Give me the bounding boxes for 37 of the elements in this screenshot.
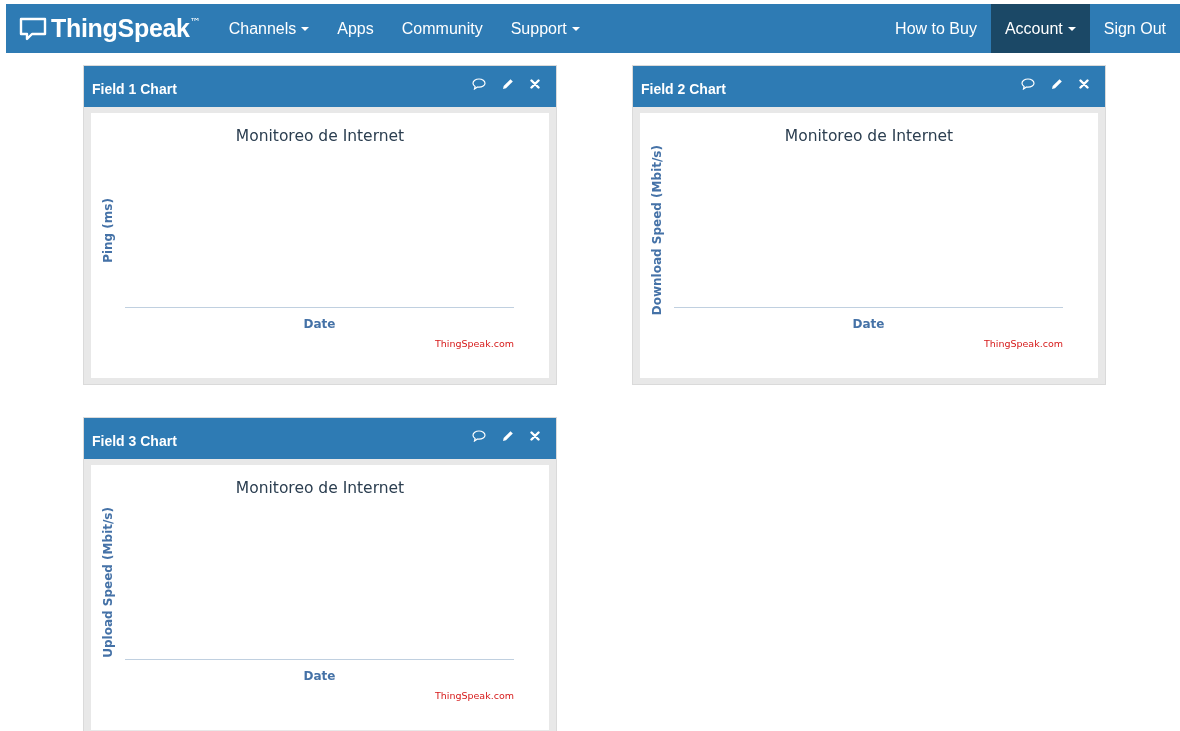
y-axis-title: Download Speed (Mbit/s) <box>650 144 664 316</box>
comment-icon[interactable] <box>472 429 486 442</box>
speech-bubble-icon <box>19 16 47 41</box>
chart-title: Monitoreo de Internet <box>234 479 406 497</box>
pencil-icon[interactable] <box>502 77 514 90</box>
close-icon[interactable] <box>530 78 540 89</box>
y-axis-title: Ping (ms) <box>101 197 115 263</box>
brand-name[interactable]: ThingSpeak <box>51 14 190 43</box>
pencil-icon[interactable] <box>1051 77 1063 90</box>
nav-link[interactable]: Channels <box>214 4 324 53</box>
nav-link[interactable]: Sign Out <box>1089 4 1180 53</box>
x-axis-title: Date <box>303 317 336 331</box>
x-axis-title: Date <box>303 669 336 683</box>
credit-link[interactable]: ThingSpeak.com <box>434 690 514 701</box>
close-icon[interactable] <box>1079 78 1089 89</box>
card-title: Field 3 Chart <box>92 432 178 449</box>
nav-link[interactable]: Support <box>496 4 594 53</box>
chart-title: Monitoreo de Internet <box>783 127 955 145</box>
close-icon[interactable] <box>530 430 540 441</box>
card-title: Field 1 Chart <box>92 80 178 97</box>
caret-icon <box>1067 26 1076 31</box>
card-title: Field 2 Chart <box>641 80 727 97</box>
caret-icon <box>571 26 580 31</box>
nav-link[interactable]: Account <box>990 4 1090 53</box>
nav-link[interactable]: Community <box>387 4 497 53</box>
chart-title: Monitoreo de Internet <box>234 127 406 145</box>
trademark: ™ <box>189 16 201 29</box>
comment-icon[interactable] <box>1021 77 1035 90</box>
credit-link[interactable]: ThingSpeak.com <box>434 338 514 349</box>
comment-icon[interactable] <box>472 77 486 90</box>
caret-icon <box>301 26 310 31</box>
nav-link[interactable]: Apps <box>323 4 388 53</box>
x-axis-title: Date <box>852 317 885 331</box>
y-axis-title: Upload Speed (Mbit/s) <box>101 506 115 658</box>
pencil-icon[interactable] <box>502 429 514 442</box>
credit-link[interactable]: ThingSpeak.com <box>983 338 1063 349</box>
nav-link[interactable]: How to Buy <box>881 4 991 53</box>
